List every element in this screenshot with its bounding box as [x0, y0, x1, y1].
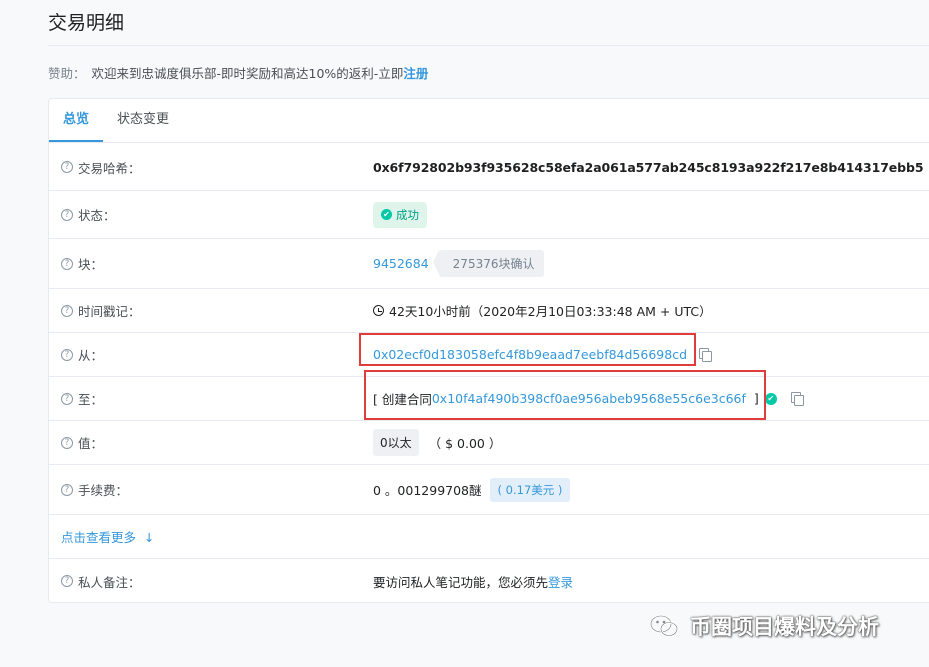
- fee-usd-badge: ( 0.17美元 ): [489, 477, 571, 502]
- question-icon: ?: [61, 392, 73, 405]
- tx-hash-value-wrap: 0x6f792802b93f935628c58efa2a061a577ab245…: [373, 160, 929, 175]
- block-confirmations: 275376块确认: [432, 250, 545, 277]
- clock-icon: [373, 305, 384, 316]
- timestamp-value: 42天10小时前（2020年2月10日03:33:48 AM + UTC）: [389, 304, 712, 319]
- fee-label: ? 手续费：: [61, 480, 128, 499]
- tx-hash-label: ? 交易哈希：: [61, 158, 141, 177]
- show-more-link[interactable]: 点击查看更多 ↓: [61, 527, 155, 546]
- login-link[interactable]: 登录: [548, 572, 573, 591]
- wechat-icon: [650, 615, 678, 637]
- row-fee: ? 手续费： 0 。001299708醚 ( 0.17美元 ): [49, 465, 929, 515]
- row-block: ? 块： 9452684 275376块确认: [49, 239, 929, 289]
- tab-bar: 总览 状态变更: [49, 99, 929, 143]
- question-icon: ?: [61, 348, 73, 361]
- tab-state-changes[interactable]: 状态变更: [103, 99, 183, 142]
- watermark-text: 币圈项目爆料及分析: [690, 615, 879, 639]
- question-icon: ?: [61, 304, 73, 317]
- question-icon: ?: [61, 208, 73, 221]
- timestamp-label: ? 时间戳记：: [61, 301, 141, 320]
- question-icon: ?: [61, 575, 73, 587]
- check-circle-icon: ✔: [381, 209, 392, 220]
- private-note-text: 要访问私人笔记功能，您必须先: [373, 574, 549, 590]
- title-divider: [48, 45, 929, 46]
- sponsor-label: 赞助：: [48, 66, 86, 81]
- tx-hash-value: 0x6f792802b93f935628c58efa2a061a577ab245…: [373, 159, 924, 175]
- row-status: ? 状态： ✔ 成功: [49, 191, 929, 239]
- value-label: ? 值：: [61, 433, 103, 452]
- question-icon: ?: [61, 257, 73, 270]
- watermark: 币圈项目爆料及分析: [650, 611, 879, 641]
- fee-value: 0 。001299708醚: [373, 483, 482, 498]
- highlight-box-to: [364, 370, 766, 420]
- to-label: ? 至：: [61, 389, 103, 408]
- arrow-down-icon: ↓: [144, 530, 155, 545]
- private-note-label: ? 私人备注：: [61, 572, 141, 591]
- sponsor-text: 欢迎来到忠诚度俱乐部-即时奖励和高达10%的返利-立即: [91, 66, 404, 81]
- row-private-note: ? 私人备注： 要访问私人笔记功能，您必须先 登录: [49, 559, 929, 603]
- page-title: 交易明细: [48, 12, 125, 34]
- sponsor-banner: 赞助： 欢迎来到忠诚度俱乐部-即时奖励和高达10%的返利-立即注册: [48, 63, 428, 82]
- row-more: 点击查看更多 ↓: [49, 515, 929, 559]
- status-badge: ✔ 成功: [373, 201, 427, 228]
- tab-overview[interactable]: 总览: [49, 99, 104, 142]
- eth-value-chip: 0以太: [373, 429, 419, 456]
- copy-icon[interactable]: [699, 348, 713, 362]
- row-value: ? 值： 0以太 （ $ 0.00 ）: [49, 421, 929, 465]
- usd-value: （ $ 0.00 ）: [428, 436, 502, 451]
- verified-check-icon: ✔: [764, 392, 777, 405]
- row-tx-hash: ? 交易哈希： 0x6f792802b93f935628c58efa2a061a5…: [49, 144, 929, 191]
- copy-icon[interactable]: [790, 392, 804, 406]
- block-label: ? 块：: [61, 254, 103, 273]
- highlight-box-from: [359, 333, 696, 366]
- status-label: ? 状态：: [61, 205, 116, 224]
- question-icon: ?: [61, 483, 73, 496]
- sponsor-register-link[interactable]: 注册: [403, 66, 428, 81]
- question-icon: ?: [61, 436, 73, 449]
- block-number-link[interactable]: 9452684: [373, 256, 429, 271]
- question-icon: ?: [61, 161, 73, 173]
- row-timestamp: ? 时间戳记： 42天10小时前（2020年2月10日03:33:48 AM + …: [49, 289, 929, 333]
- from-label: ? 从：: [61, 345, 103, 364]
